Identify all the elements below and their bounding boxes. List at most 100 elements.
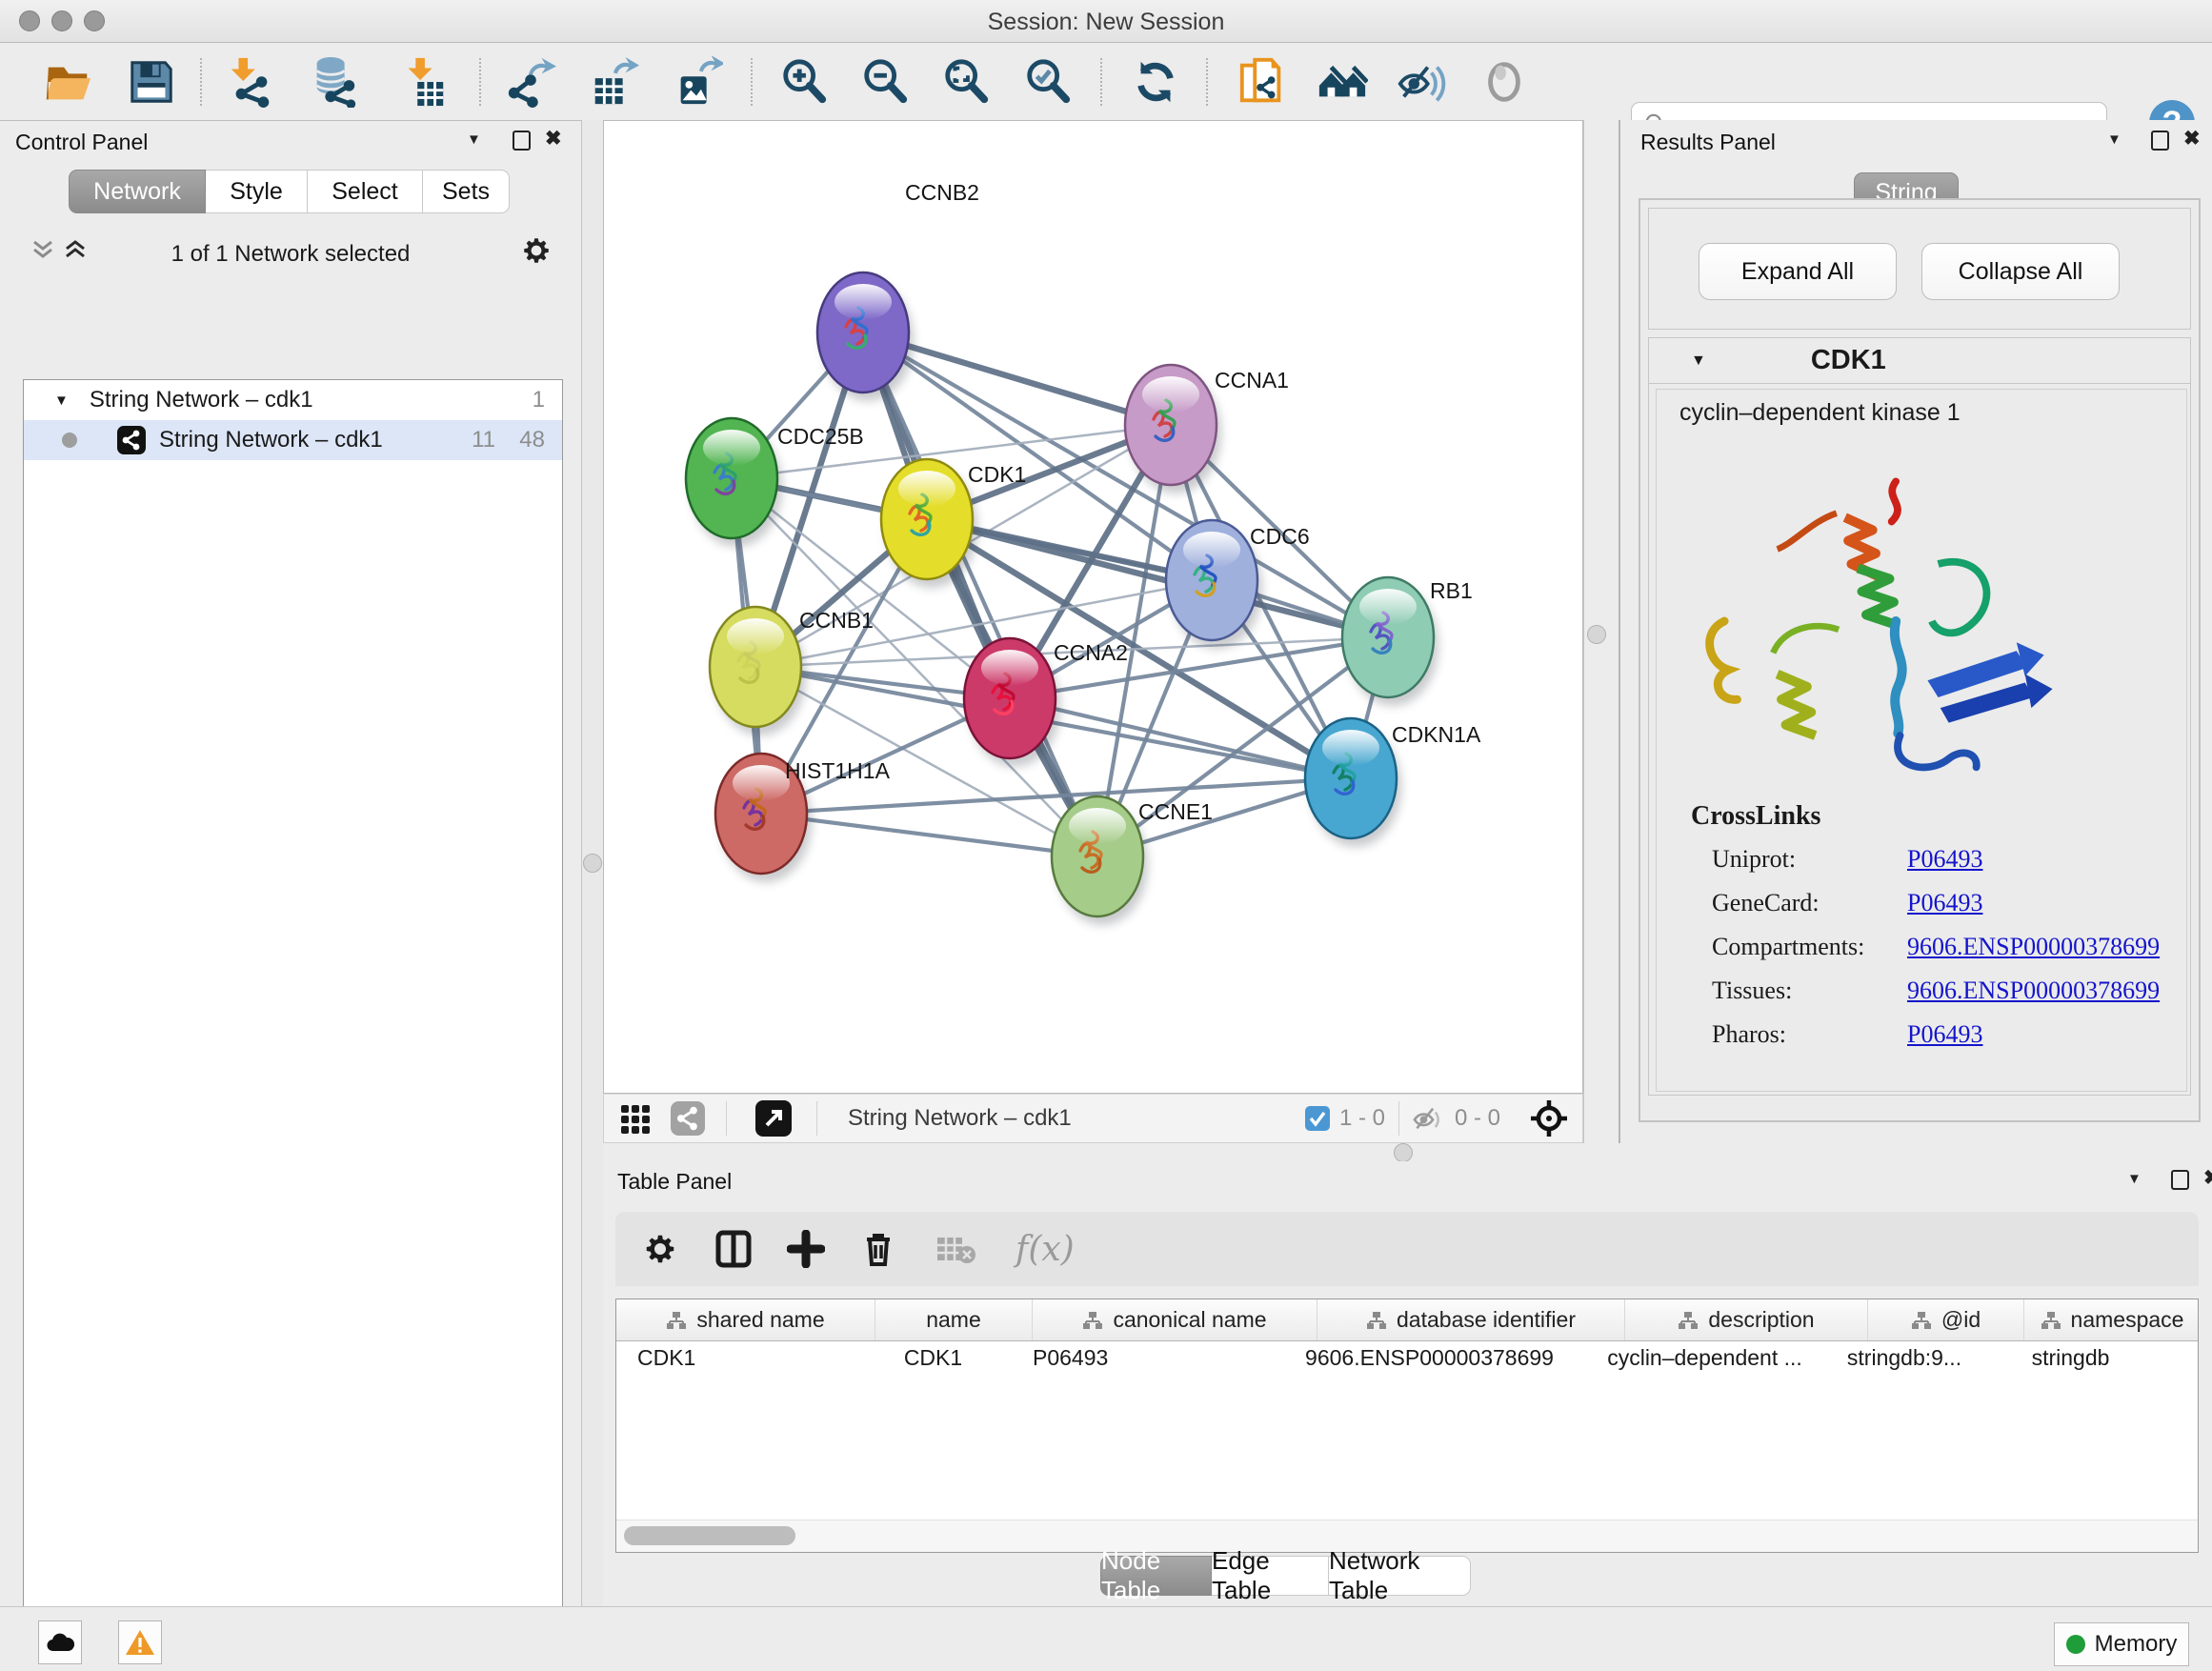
- open-session-button[interactable]: [40, 54, 95, 110]
- network-group-row[interactable]: ▼ String Network – cdk1 1: [24, 380, 562, 420]
- network-graph[interactable]: CCNB2CCNA1CDC25BCDK1CDC6RB1CCNB1CCNA2CDK…: [604, 121, 1582, 1093]
- gear-icon[interactable]: [642, 1231, 678, 1267]
- node-RB1[interactable]: RB1: [1342, 577, 1473, 706]
- selected-checkbox-icon[interactable]: [1305, 1106, 1330, 1131]
- tab-network-table[interactable]: Network Table: [1329, 1556, 1471, 1596]
- expand-all-button[interactable]: Expand All: [1699, 243, 1897, 300]
- show-hide-graphics-button[interactable]: [1393, 54, 1448, 110]
- birds-eye-button[interactable]: [1477, 54, 1532, 110]
- home-button[interactable]: [1315, 54, 1370, 110]
- zoom-in-button[interactable]: [776, 54, 832, 110]
- homes-icon: [1317, 56, 1368, 108]
- copy-share-button[interactable]: [1235, 54, 1290, 110]
- collapse-caret-icon[interactable]: ▼: [1691, 352, 1706, 370]
- memory-button[interactable]: Memory: [2054, 1622, 2189, 1666]
- node-CDC25B[interactable]: CDC25B: [686, 418, 864, 547]
- edge-CCNB2-CCNE1[interactable]: [863, 332, 1097, 856]
- share-view-icon[interactable]: [671, 1101, 705, 1136]
- divider-handle[interactable]: [583, 854, 602, 873]
- show-columns-icon[interactable]: [714, 1230, 753, 1268]
- zoom-fit-button[interactable]: [938, 54, 994, 110]
- node-label-CDC25B: CDC25B: [777, 424, 864, 449]
- table-cell[interactable]: P06493: [1012, 1345, 1276, 1371]
- add-column-icon[interactable]: [787, 1230, 825, 1268]
- zoom-selected-button[interactable]: [1020, 54, 1076, 110]
- column-header-database-identifier[interactable]: database identifier: [1317, 1299, 1625, 1340]
- gear-icon[interactable]: [520, 234, 553, 267]
- tab-edge-table[interactable]: Edge Table: [1212, 1556, 1329, 1596]
- grid-icon[interactable]: [619, 1101, 654, 1136]
- table-panel-close-icon[interactable]: ✖: [2203, 1166, 2212, 1190]
- control-panel-close-icon[interactable]: ✖: [545, 127, 562, 151]
- results-panel-menu-icon[interactable]: ▼: [2107, 131, 2122, 148]
- export-table-button[interactable]: [586, 54, 641, 110]
- table-cell[interactable]: 9606.ENSP00000378699: [1276, 1345, 1583, 1371]
- crosslink-value-link[interactable]: P06493: [1907, 1020, 1982, 1049]
- function-builder-button[interactable]: f(x): [1016, 1230, 1075, 1269]
- table-row[interactable]: CDK1CDK1P064939606.ENSP00000378699cyclin…: [616, 1341, 2198, 1374]
- node-CDC6[interactable]: CDC6: [1166, 520, 1310, 649]
- export-image-button[interactable]: [670, 54, 725, 110]
- import-network-from-file-button[interactable]: [223, 54, 278, 110]
- delete-column-icon[interactable]: [859, 1230, 897, 1268]
- node-HIST1H1A[interactable]: HIST1H1A: [715, 754, 891, 882]
- column-header-description[interactable]: description: [1625, 1299, 1868, 1340]
- table-cell[interactable]: cyclin–dependent ...: [1583, 1345, 1826, 1371]
- divider-handle[interactable]: [1394, 1143, 1413, 1162]
- detach-view-icon[interactable]: [755, 1100, 792, 1137]
- table-panel-divider[interactable]: [603, 1143, 2212, 1161]
- crosslink-value-link[interactable]: P06493: [1907, 845, 1982, 874]
- fit-content-crosshair-icon[interactable]: [1529, 1098, 1569, 1138]
- column-header-canonical-name[interactable]: canonical name: [1033, 1299, 1317, 1340]
- hidden-eye-icon[interactable]: [1411, 1103, 1445, 1134]
- gene-section-header[interactable]: ▼ CDK1: [1649, 338, 2190, 384]
- results-panel-divider[interactable]: [1583, 120, 1626, 1143]
- table-cell[interactable]: CDK1: [616, 1345, 855, 1371]
- column-header--id[interactable]: @id: [1868, 1299, 2024, 1340]
- column-header-namespace[interactable]: namespace: [2024, 1299, 2199, 1340]
- table-panel-menu-icon[interactable]: ▼: [2127, 1171, 2142, 1187]
- import-table-from-file-button[interactable]: [395, 54, 451, 110]
- tab-network[interactable]: Network: [69, 170, 206, 213]
- table-cell[interactable]: CDK1: [855, 1345, 1012, 1371]
- results-panel-float-icon[interactable]: [2151, 131, 2169, 151]
- network-selected-status: 1 of 1 Network selected: [0, 241, 581, 268]
- node-CCNA2[interactable]: CCNA2: [964, 638, 1128, 767]
- column-header-name[interactable]: name: [875, 1299, 1033, 1340]
- tab-sets[interactable]: Sets: [423, 170, 510, 213]
- table-cell[interactable]: stringdb: [1982, 1345, 2159, 1371]
- edge-CDK1-RB1[interactable]: [927, 519, 1388, 637]
- cloud-button[interactable]: [38, 1621, 82, 1664]
- node-CCNE1[interactable]: CCNE1: [1052, 796, 1213, 925]
- import-network-from-database-button[interactable]: [307, 54, 362, 110]
- zoom-out-button[interactable]: [857, 54, 913, 110]
- crosslink-value-link[interactable]: P06493: [1907, 889, 1982, 917]
- crosslink-value-link[interactable]: 9606.ENSP00000378699: [1907, 933, 2160, 961]
- collapse-all-button[interactable]: Collapse All: [1921, 243, 2120, 300]
- control-panel-float-icon[interactable]: [513, 131, 531, 151]
- divider-handle[interactable]: [1587, 625, 1606, 644]
- save-session-button[interactable]: [124, 54, 179, 110]
- control-panel-menu-icon[interactable]: ▼: [467, 131, 481, 148]
- tab-node-table[interactable]: Node Table: [1100, 1556, 1212, 1596]
- node-CCNA1[interactable]: CCNA1: [1125, 365, 1289, 493]
- warning-button[interactable]: [118, 1621, 162, 1664]
- network-item-row[interactable]: String Network – cdk1 11 48: [24, 420, 562, 460]
- table-panel-float-icon[interactable]: [2171, 1170, 2189, 1190]
- edge-CCNA2-CDKN1A[interactable]: [1010, 698, 1351, 778]
- collapse-caret-icon[interactable]: ▼: [54, 393, 69, 409]
- column-header-shared-name[interactable]: shared name: [616, 1299, 875, 1340]
- results-panel-close-icon[interactable]: ✖: [2183, 127, 2201, 151]
- node-CCNB2[interactable]: CCNB2: [817, 180, 979, 401]
- export-network-button[interactable]: [503, 54, 558, 110]
- table-cell[interactable]: stringdb:9...: [1826, 1345, 1982, 1371]
- tab-style[interactable]: Style: [206, 170, 308, 213]
- tab-select[interactable]: Select: [308, 170, 423, 213]
- crosslink-value-link[interactable]: 9606.ENSP00000378699: [1907, 976, 2160, 1005]
- node-CDKN1A[interactable]: CDKN1A: [1305, 718, 1481, 847]
- scrollbar-thumb[interactable]: [624, 1526, 795, 1545]
- network-canvas[interactable]: CCNB2CCNA1CDC25BCDK1CDC6RB1CCNB1CCNA2CDK…: [603, 120, 1583, 1094]
- refresh-button[interactable]: [1128, 54, 1183, 110]
- node-CCNB1[interactable]: CCNB1: [710, 607, 874, 735]
- control-panel-divider[interactable]: [581, 120, 605, 1606]
